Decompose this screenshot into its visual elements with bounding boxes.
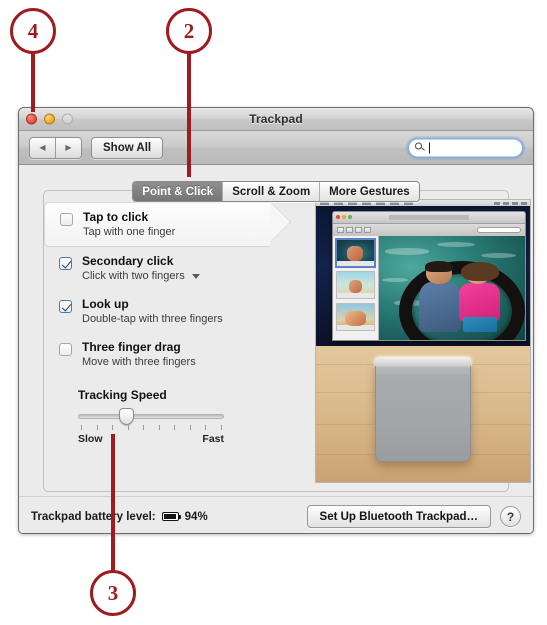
slider-thumb[interactable]	[119, 408, 134, 425]
checkbox-secondary-click[interactable]	[59, 257, 72, 270]
option-subtitle-text: Double-tap with three fingers	[82, 313, 223, 325]
slider-tick	[96, 425, 98, 430]
photo-app-window	[332, 211, 526, 341]
zoom-button[interactable]	[62, 113, 73, 125]
tab-scroll-and-zoom[interactable]: Scroll & Zoom	[222, 182, 320, 201]
gesture-demo-preview	[315, 199, 531, 483]
slider-tick	[112, 425, 114, 430]
window-controls	[26, 113, 73, 125]
help-button[interactable]: ?	[500, 506, 521, 527]
photo-app-body	[333, 236, 525, 340]
slider-captions: Slow Fast	[78, 433, 224, 445]
slider-tick	[221, 425, 222, 430]
tracking-speed-slider[interactable]	[78, 408, 224, 425]
window-content: Point & Click Scroll & Zoom More Gesture…	[19, 165, 533, 533]
trackpad-preferences-window: Trackpad ◀ ▶ Show All Point & Click Scro…	[18, 107, 534, 534]
options-list: Tap to click Tap with one finger Seconda…	[44, 202, 307, 445]
checkbox-look-up[interactable]	[59, 300, 72, 313]
option-subtitle: Move with three fingers	[82, 355, 196, 369]
chevron-down-icon[interactable]	[191, 273, 200, 279]
option-title: Look up	[82, 297, 129, 311]
slider-tick	[205, 425, 207, 430]
navigation-segmented-control: ◀ ▶	[29, 136, 82, 159]
photo-main-image	[379, 236, 525, 340]
magic-trackpad-device	[374, 357, 472, 462]
set-up-bluetooth-trackpad-button[interactable]: Set Up Bluetooth Trackpad…	[306, 505, 491, 528]
tracking-speed-label: Tracking Speed	[78, 388, 167, 402]
demo-desktop-screenshot	[316, 200, 530, 348]
option-subtitle-text: Click with two fingers	[82, 270, 185, 282]
photo-thumbnail	[336, 303, 375, 331]
option-subtitle-text: Tap with one finger	[83, 226, 176, 238]
minimize-button[interactable]	[44, 113, 55, 125]
callout-badge-3: 3	[90, 570, 136, 616]
window-bottom-bar: Trackpad battery level: 94% Set Up Bluet…	[19, 496, 533, 533]
window-toolbar: ◀ ▶ Show All	[19, 131, 533, 165]
window-title: Trackpad	[249, 112, 303, 126]
option-title: Three finger drag	[82, 340, 181, 354]
search-icon	[415, 142, 426, 153]
callout-line-2	[187, 52, 191, 177]
search-caret	[429, 142, 430, 153]
person-child	[459, 261, 501, 333]
demo-trackpad-photo	[316, 346, 530, 482]
option-tap-to-click[interactable]: Tap to click Tap with one finger	[44, 202, 270, 247]
callout-badge-4: 4	[10, 8, 56, 54]
slider-tick-marks	[78, 425, 224, 432]
battery-level-label: Trackpad battery level:	[31, 510, 156, 523]
slider-max-label: Fast	[202, 433, 224, 445]
tracking-speed-group: Tracking Speed Slow Fast	[52, 388, 307, 445]
callout-line-3	[111, 434, 115, 572]
slider-min-label: Slow	[78, 433, 103, 445]
window-titlebar[interactable]: Trackpad	[19, 108, 533, 131]
callout-line-4	[31, 52, 35, 112]
slider-tick	[127, 425, 129, 430]
photo-thumbnail-list	[333, 236, 379, 340]
close-button[interactable]	[26, 113, 37, 125]
callout-badge-2: 2	[166, 8, 212, 54]
search-field[interactable]	[408, 138, 523, 157]
option-subtitle: Click with two fingers	[82, 269, 200, 283]
option-secondary-click[interactable]: Secondary click Click with two fingers	[52, 247, 307, 290]
option-subtitle: Double-tap with three fingers	[82, 312, 223, 326]
checkbox-three-finger-drag[interactable]	[59, 343, 72, 356]
slider-tick	[143, 425, 145, 430]
slider-tick	[158, 425, 160, 430]
page-root: 4 2 3 Trackpad ◀ ▶ Show All Point & Clic…	[0, 0, 547, 625]
checkbox-tap-to-click[interactable]	[60, 213, 73, 226]
slider-tick	[81, 425, 82, 430]
option-three-finger-drag[interactable]: Three finger drag Move with three finger…	[52, 333, 307, 376]
slider-tick	[189, 425, 191, 430]
photo-thumbnail	[336, 271, 375, 299]
bottom-actions: Set Up Bluetooth Trackpad… ?	[306, 505, 521, 528]
forward-button[interactable]: ▶	[55, 137, 81, 158]
photo-app-titlebar	[333, 212, 525, 224]
option-look-up[interactable]: Look up Double-tap with three fingers	[52, 290, 307, 333]
option-title: Tap to click	[83, 210, 149, 224]
person-adult	[418, 260, 462, 332]
back-button[interactable]: ◀	[30, 137, 55, 158]
option-subtitle: Tap with one finger	[83, 225, 175, 239]
slider-track[interactable]	[78, 414, 224, 419]
option-subtitle-text: Move with three fingers	[82, 356, 196, 368]
show-all-button[interactable]: Show All	[91, 136, 164, 159]
battery-percent: 94%	[184, 510, 208, 523]
tab-bar: Point & Click Scroll & Zoom More Gesture…	[19, 181, 533, 202]
battery-status: Trackpad battery level: 94%	[31, 511, 208, 523]
option-title: Secondary click	[82, 254, 174, 268]
battery-icon	[161, 512, 182, 521]
photo-thumbnail	[336, 239, 375, 267]
tab-point-and-click[interactable]: Point & Click	[133, 182, 223, 201]
tab-more-gestures[interactable]: More Gestures	[319, 182, 419, 201]
slider-tick	[174, 425, 176, 430]
